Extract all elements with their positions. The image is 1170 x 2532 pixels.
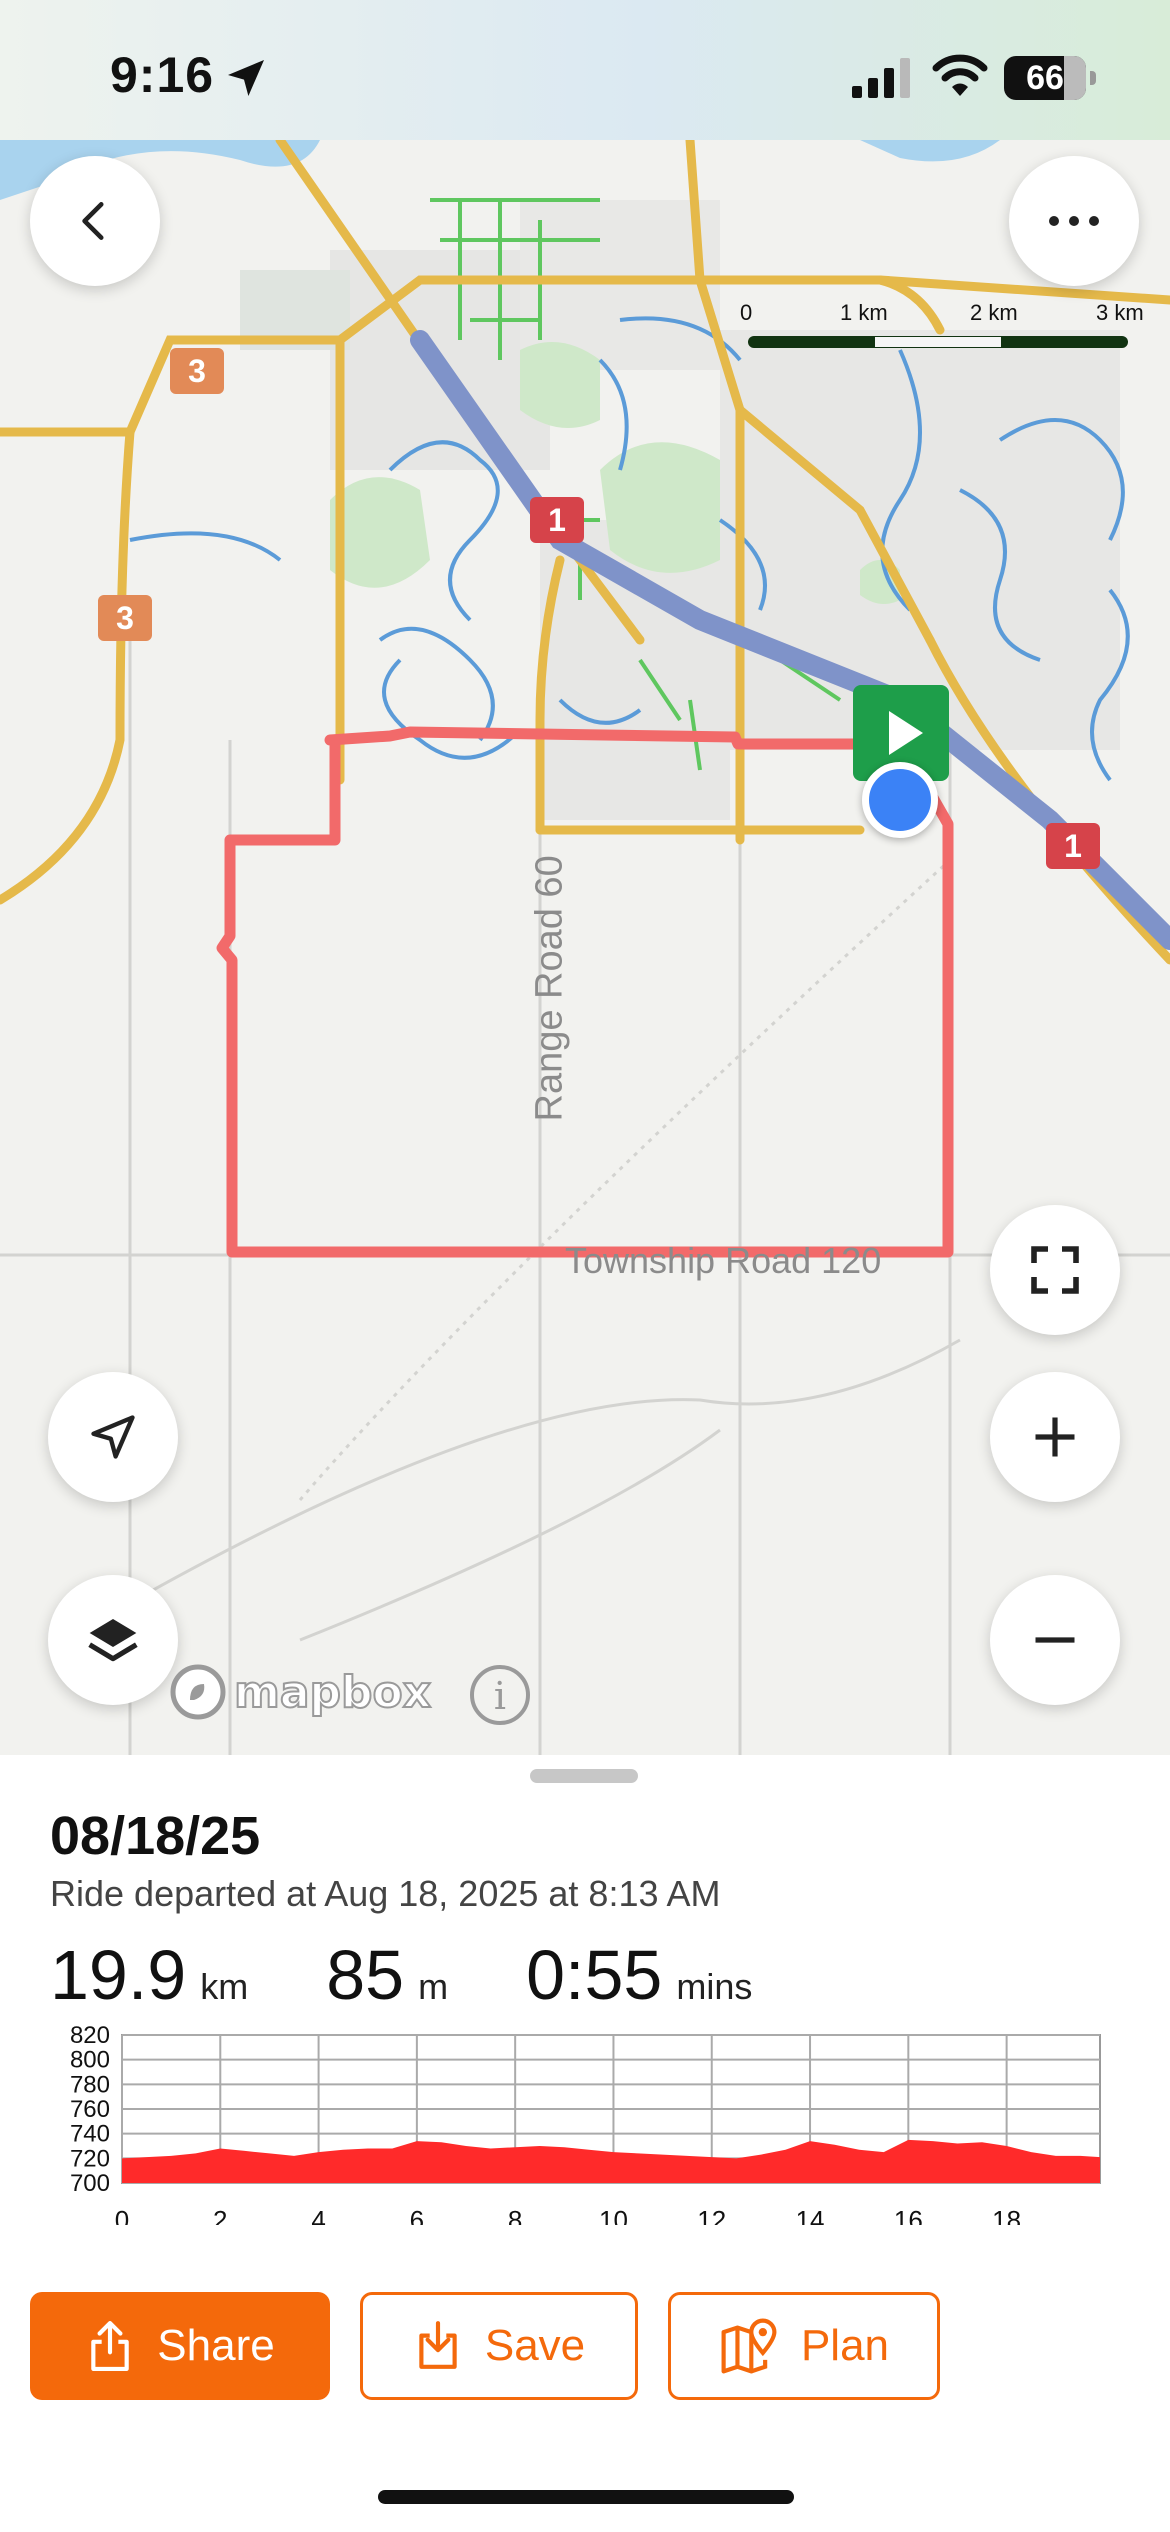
status-bar: 9:16 66 [0, 0, 1170, 140]
share-icon [91, 2320, 130, 2371]
scale-bar [748, 336, 1128, 348]
duration-value: 0:55 [526, 1936, 663, 2014]
road-label: Township Road 120 [565, 1240, 882, 1281]
current-location-dot [862, 762, 938, 838]
ride-departed-text: Ride departed at Aug 18, 2025 at 8:13 AM [50, 1873, 721, 1914]
highway-shield: 1 [530, 497, 584, 543]
scale-label: 2 km [970, 300, 1018, 325]
duration-stat: 0:55 mins [526, 1935, 752, 2015]
chart-x-tick-label: 4 [311, 2205, 325, 2225]
chart-y-tick-label: 760 [70, 2096, 110, 2123]
chart-x-tick-label: 10 [599, 2205, 628, 2225]
cellular-signal-icon [852, 58, 910, 98]
wifi-icon [932, 54, 988, 96]
battery-level: 66 [1026, 59, 1064, 97]
chart-y-tick-label: 740 [70, 2121, 110, 2148]
back-button[interactable] [30, 156, 160, 286]
mapbox-wordmark: mapbox [233, 1666, 432, 1719]
more-button[interactable] [1009, 156, 1139, 286]
sheet-drag-handle[interactable] [530, 1769, 638, 1783]
minus-icon [1035, 1637, 1075, 1643]
distance-unit: km [200, 1966, 249, 2007]
zoom-in-button[interactable] [990, 1372, 1120, 1502]
chart-y-tick-label: 820 [70, 2025, 110, 2049]
recenter-button[interactable] [48, 1372, 178, 1502]
elevation-profile-chart[interactable]: 8208007807607407207000 2 4 6 8 10 12 14 16 18 [40, 2025, 1130, 2225]
zoom-out-button[interactable] [990, 1575, 1120, 1705]
share-label: Share [157, 2321, 275, 2370]
highway-shield: 1 [1046, 823, 1100, 869]
home-indicator [378, 2490, 794, 2504]
duration-unit: mins [676, 1966, 753, 2007]
battery-icon: 66 [1004, 56, 1096, 100]
location-services-icon [228, 60, 264, 96]
distance-value: 19.9 [50, 1936, 187, 2014]
plan-label: Plan [800, 2321, 890, 2370]
road-label: Range Road 60 [528, 855, 571, 1122]
elevation-value: 85 [326, 1936, 405, 2014]
map-layers-button[interactable] [48, 1575, 178, 1705]
save-label: Save [484, 2321, 586, 2370]
chart-x-tick-label: 12 [697, 2205, 726, 2225]
chart-y-tick-label: 780 [70, 2071, 110, 2098]
highway-shield: 3 [98, 595, 152, 641]
action-buttons: Share Save Plan [30, 2292, 1140, 2402]
scale-label: 0 [740, 300, 753, 325]
plan-button[interactable]: Plan [668, 2292, 940, 2400]
elevation-unit: m [418, 1966, 449, 2007]
chart-y-tick-label: 720 [70, 2145, 110, 2172]
chart-x-tick-label: 8 [508, 2205, 522, 2225]
ride-date: 08/18/25 [50, 1806, 261, 1866]
map-view[interactable]: 3 3 1 1 Range Road 60 Township Road 120 … [0, 140, 1170, 1755]
distance-stat: 19.9 km [50, 1935, 248, 2015]
ride-details-sheet: 08/18/25 Ride departed at Aug 18, 2025 a… [0, 1755, 1170, 2532]
scale-label: 3 km [1096, 300, 1144, 325]
status-time: 9:16 [110, 47, 215, 103]
chart-x-tick-label: 14 [796, 2205, 825, 2225]
chart-y-tick-label: 800 [70, 2047, 110, 2074]
chart-y-tick-label: 700 [70, 2170, 110, 2197]
fullscreen-button[interactable] [990, 1205, 1120, 1335]
map-scale: 0 1 km 2 km 3 km [740, 300, 1160, 360]
attribution-info-button[interactable]: i [470, 1665, 530, 1725]
chart-x-tick-label: 2 [213, 2205, 227, 2225]
save-button[interactable]: Save [360, 2292, 638, 2400]
chart-x-tick-label: 6 [410, 2205, 424, 2225]
more-horizontal-icon [1049, 216, 1099, 226]
chart-x-tick-label: 0 [115, 2205, 129, 2225]
mapbox-logo[interactable]: mapbox [168, 1662, 432, 1722]
expand-icon [1031, 1246, 1079, 1294]
chart-x-tick-label: 18 [992, 2205, 1021, 2225]
chevron-left-icon [82, 202, 104, 240]
download-icon [419, 2321, 457, 2369]
chart-x-tick-label: 16 [894, 2205, 923, 2225]
map-pin-icon [721, 2318, 777, 2374]
plus-icon [1035, 1417, 1075, 1457]
highway-shield: 3 [170, 348, 224, 394]
scale-label: 1 km [840, 300, 888, 325]
ride-stats: 19.9 km 85 m 0:55 mins [50, 1935, 830, 2015]
mapbox-mark-icon [170, 1664, 226, 1720]
navigation-arrow-icon [91, 1415, 135, 1459]
share-button[interactable]: Share [30, 2292, 330, 2400]
layers-icon [88, 1619, 138, 1662]
elevation-stat: 85 m [326, 1935, 448, 2015]
